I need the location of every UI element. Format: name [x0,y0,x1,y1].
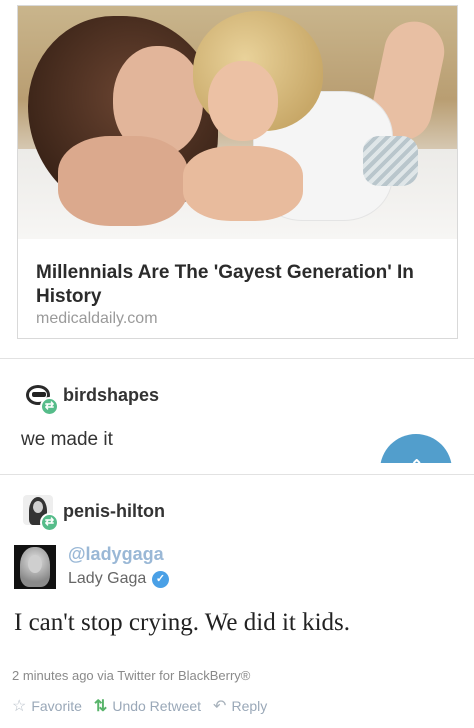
link-card[interactable]: Millennials Are The 'Gayest Generation' … [17,5,458,339]
reply-label: Reply [231,698,268,714]
scroll-to-top-button[interactable]: ⌃ [370,432,470,463]
chevron-up-icon: ⌃ [410,456,423,463]
reblog-username[interactable]: birdshapes [63,385,159,406]
tweet-actions: ☆ Favorite ⇅ Undo Retweet ↶ Reply [12,696,279,716]
star-icon: ☆ [12,698,27,715]
tweet-text: I can't stop crying. We did it kids. [14,609,351,636]
tweet-meta: 2 minutes ago via Twitter for BlackBerry… [12,668,251,683]
reblog-text: we made it [21,429,113,450]
retweet-icon: ⇅ [93,698,108,715]
tweet-display-name: Lady Gaga [68,570,147,587]
favorite-button[interactable]: ☆ Favorite [12,696,82,716]
reply-button[interactable]: ↶ Reply [213,696,267,716]
favorite-label: Favorite [31,698,82,714]
link-card-title[interactable]: Millennials Are The 'Gayest Generation' … [36,261,446,309]
link-card-domain: medicaldaily.com [36,310,158,327]
reblog-username[interactable]: penis-hilton [63,501,165,522]
reply-icon: ↶ [213,698,227,715]
tweet-handle[interactable]: @ladygaga [68,544,164,565]
divider [0,474,474,475]
undo-retweet-label: Undo Retweet [112,698,202,714]
link-card-image [18,6,457,239]
undo-retweet-button[interactable]: ⇅ Undo Retweet [94,696,201,716]
tweet-avatar[interactable] [14,545,56,589]
reblog-icon: ⇄ [40,397,59,416]
divider [0,358,474,359]
verified-check-icon: ✓ [152,571,169,588]
reblog-icon: ⇄ [40,513,59,532]
